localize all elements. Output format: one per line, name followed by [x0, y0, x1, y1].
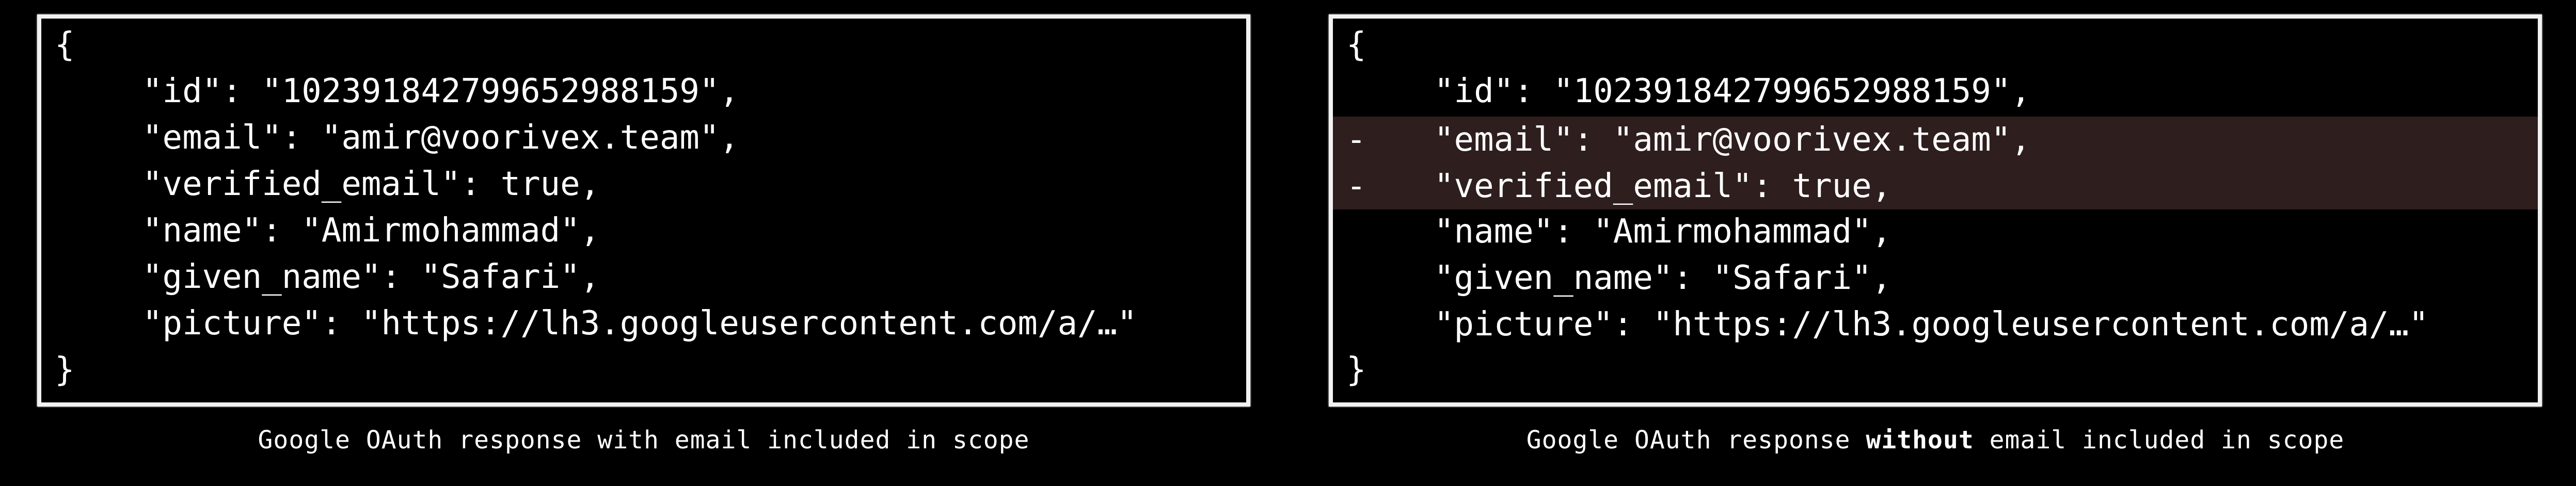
json-panel-with-email: { "id": "102391842799652988159", "email"… [37, 14, 1250, 407]
diff-removed-marker: - [1346, 121, 1366, 159]
json-field-name: "name": "Amirmohammad", [1434, 213, 1892, 251]
json-close-brace: } [1346, 351, 1366, 389]
json-line: "given_name": "Safari", [1333, 255, 2538, 301]
json-open-brace: { [55, 26, 75, 64]
json-field-picture: "picture": "https://lh3.googleuserconten… [1434, 305, 2429, 344]
json-open-brace: { [1346, 26, 1366, 64]
json-field-id: "id": "102391842799652988159", [142, 72, 739, 110]
json-open-brace-line: { [1333, 22, 2538, 68]
caption-with-email: Google OAuth response with email include… [258, 426, 1030, 455]
json-line-removed: - "verified_email": true, [1333, 163, 2538, 209]
json-field-name: "name": "Amirmohammad", [142, 212, 600, 250]
json-field-email: "email": "amir@voorivex.team", [142, 119, 739, 157]
json-line: "id": "102391842799652988159", [41, 68, 1246, 115]
json-panel-without-email: { "id": "102391842799652988159", - "emai… [1329, 14, 2542, 407]
json-field-given-name: "given_name": "Safari", [142, 258, 600, 296]
json-line: "verified_email": true, [41, 161, 1246, 207]
diff-removed-marker: - [1346, 167, 1366, 205]
json-close-brace-line: } [41, 347, 1246, 393]
caption-emphasis: without [1866, 426, 1974, 455]
json-line: "given_name": "Safari", [41, 254, 1246, 300]
json-field-verified-email: "verified_email": true, [1434, 167, 1892, 205]
caption-without-email: Google OAuth response without email incl… [1329, 422, 2542, 458]
json-open-brace-line: { [41, 22, 1246, 68]
caption-text-after: email included in scope [1974, 426, 2345, 455]
json-line: "email": "amir@voorivex.team", [41, 115, 1246, 161]
json-line: "picture": "https://lh3.googleuserconten… [41, 300, 1246, 347]
json-line-removed: - "email": "amir@voorivex.team", [1333, 117, 2538, 163]
json-field-verified-email: "verified_email": true, [142, 165, 600, 203]
json-field-given-name: "given_name": "Safari", [1434, 259, 1892, 297]
caption-text-before: Google OAuth response [1526, 426, 1866, 455]
json-line: "id": "102391842799652988159", [1333, 68, 2538, 115]
json-field-id: "id": "102391842799652988159", [1434, 72, 2031, 110]
json-field-picture: "picture": "https://lh3.googleuserconten… [142, 304, 1137, 343]
json-line: "picture": "https://lh3.googleuserconten… [1333, 301, 2538, 348]
json-close-brace: } [55, 351, 75, 389]
json-field-email: "email": "amir@voorivex.team", [1434, 121, 2031, 159]
json-close-brace-line: } [1333, 347, 2538, 393]
json-line: "name": "Amirmohammad", [41, 207, 1246, 254]
json-line: "name": "Amirmohammad", [1333, 208, 2538, 255]
